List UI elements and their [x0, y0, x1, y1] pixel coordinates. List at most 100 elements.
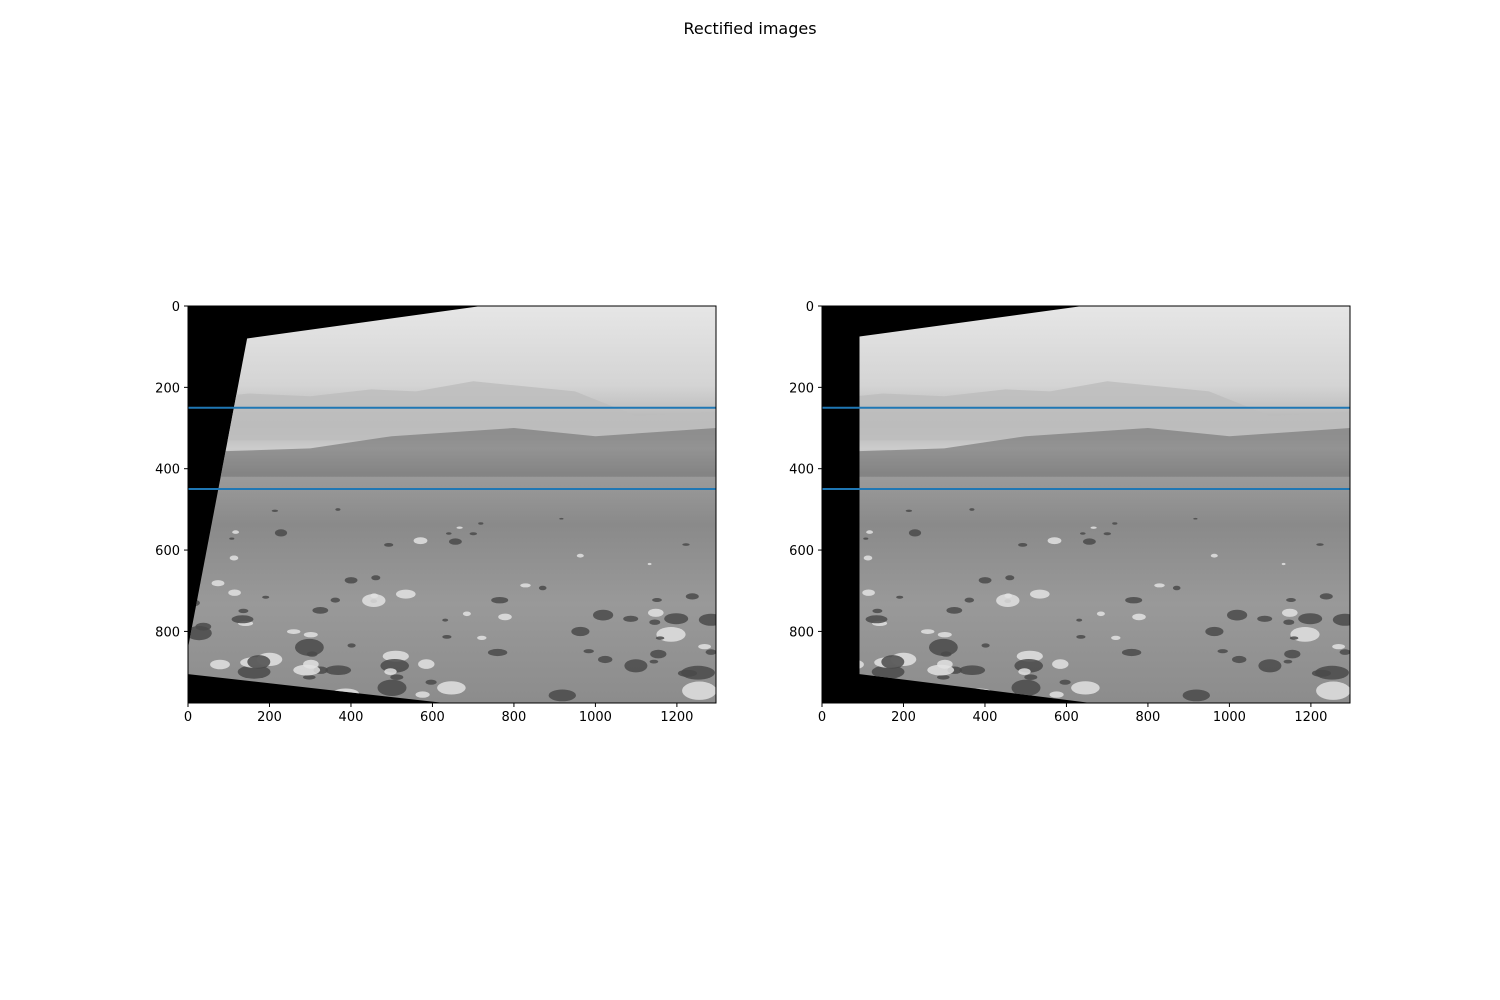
rock: [908, 529, 922, 537]
rock: [946, 607, 963, 614]
rock: [442, 635, 452, 639]
rock: [262, 595, 270, 599]
rock: [210, 659, 230, 670]
rock: [927, 664, 955, 676]
y-tick-label: 800: [789, 625, 814, 640]
rock: [538, 585, 547, 591]
rock: [1096, 611, 1105, 617]
rock: [487, 648, 508, 657]
x-tick-label: 0: [184, 710, 192, 725]
rock: [583, 649, 594, 654]
x-tick-label: 0: [818, 710, 826, 725]
rock: [456, 526, 463, 529]
rock: [1232, 655, 1247, 664]
rock: [978, 577, 992, 584]
rock: [498, 613, 512, 621]
right-image-panel: 0 200 400 600 800 1000 1200 0 200 400 600 800: [789, 300, 1351, 725]
terrain-fill: [859, 306, 1350, 703]
rock: [650, 649, 667, 659]
rock: [1018, 543, 1028, 547]
rock: [1258, 659, 1282, 673]
rectified-image: [859, 306, 1350, 703]
rock: [229, 555, 239, 561]
rock: [303, 675, 316, 680]
rock: [649, 619, 661, 625]
x-tick-label: 1200: [660, 710, 693, 725]
rock: [964, 597, 974, 603]
y-tick-label: 400: [789, 463, 814, 478]
x-tick-label: 200: [257, 710, 282, 725]
rock: [469, 532, 477, 536]
rock: [303, 632, 318, 638]
rock: [274, 529, 288, 537]
rock: [1332, 644, 1345, 650]
rock: [1103, 532, 1112, 536]
rock: [287, 629, 301, 634]
rock: [1193, 517, 1198, 520]
rock: [211, 580, 225, 587]
rock: [929, 638, 958, 656]
rock: [559, 517, 564, 520]
rock: [1319, 593, 1333, 600]
x-tick-label: 800: [1136, 710, 1161, 725]
rock: [1132, 613, 1146, 621]
rock: [1316, 543, 1324, 546]
x-tick-label: 1200: [1294, 710, 1327, 725]
rock: [881, 655, 905, 669]
rock: [1182, 689, 1211, 702]
rock: [682, 681, 716, 700]
y-tick-label: 600: [155, 544, 180, 559]
rock: [648, 608, 664, 617]
figure: Rectified images 0 200 400 600 800 1000 1200 0 2…: [155, 19, 1351, 725]
rock: [624, 659, 648, 673]
rock: [1080, 532, 1086, 535]
rock: [384, 543, 394, 547]
x-tick-label: 400: [973, 710, 998, 725]
rock: [1011, 679, 1041, 696]
rock: [347, 643, 356, 648]
rock: [238, 608, 249, 614]
rock: [478, 522, 484, 525]
rock: [520, 583, 531, 588]
rock: [862, 589, 875, 596]
rock: [655, 636, 665, 640]
rock: [418, 659, 435, 669]
rock: [647, 562, 652, 566]
rock: [442, 618, 449, 622]
rock: [598, 655, 613, 664]
rock: [477, 635, 487, 641]
rock: [1316, 681, 1350, 700]
rock: [1018, 668, 1031, 675]
rock: [330, 597, 340, 603]
rock: [1298, 613, 1323, 625]
rock: [1286, 598, 1296, 602]
x-tick-label: 400: [339, 710, 364, 725]
y-tick-label: 0: [172, 300, 180, 315]
rectified-image: [188, 306, 716, 703]
terrain-fill: [188, 306, 716, 703]
x-tick-label: 200: [891, 710, 916, 725]
y-tick-label: 600: [789, 544, 814, 559]
rock: [664, 613, 689, 625]
rock: [1071, 681, 1100, 695]
rock: [1083, 538, 1096, 545]
rock: [396, 589, 416, 599]
rock: [863, 555, 873, 561]
rock: [1210, 553, 1218, 558]
rock: [1076, 635, 1086, 639]
rock: [390, 674, 404, 680]
rock: [229, 537, 235, 540]
rock: [593, 609, 614, 621]
rock: [437, 681, 466, 695]
rock: [371, 575, 381, 581]
rock: [1059, 679, 1071, 685]
rock: [1289, 636, 1299, 640]
rock: [969, 508, 975, 511]
rock: [571, 626, 590, 637]
rock: [937, 675, 950, 680]
rock: [446, 532, 452, 535]
x-tick-label: 1000: [579, 710, 612, 725]
rock: [1281, 562, 1286, 566]
rock: [449, 538, 462, 545]
rock: [921, 629, 935, 634]
